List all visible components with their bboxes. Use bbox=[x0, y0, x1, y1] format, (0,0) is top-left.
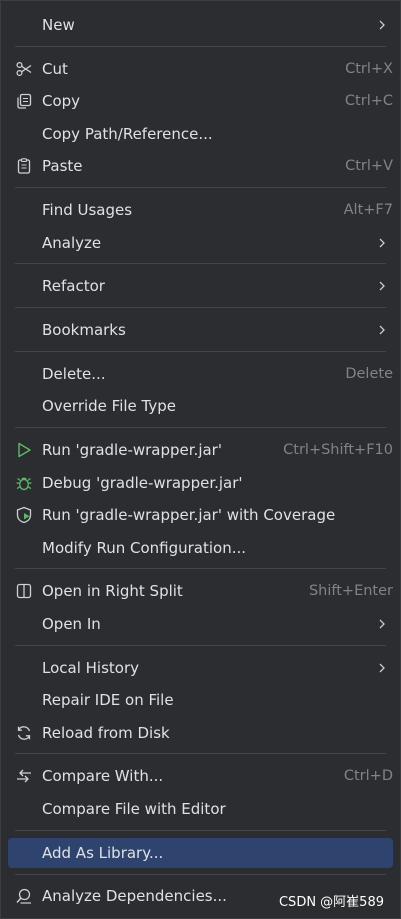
menu-item-label: Debug 'gradle-wrapper.jar' bbox=[42, 474, 243, 492]
split-icon bbox=[15, 582, 33, 600]
shortcut-label: Delete bbox=[345, 366, 393, 382]
menu-item-modify-run-configuration[interactable]: Modify Run Configuration... bbox=[8, 533, 393, 563]
menu-item-label: Reload from Disk bbox=[42, 724, 170, 742]
menu-item-label: Paste bbox=[42, 157, 83, 175]
menu-item-open-in[interactable]: Open In bbox=[8, 609, 393, 639]
menu-item-cut[interactable]: Cut Ctrl+X bbox=[8, 54, 393, 84]
menu-item-copy[interactable]: Copy Ctrl+C bbox=[8, 86, 393, 116]
menu-item-refactor[interactable]: Refactor bbox=[8, 271, 393, 301]
menu-item-label: New bbox=[42, 16, 75, 34]
chevron-right-icon bbox=[376, 237, 388, 249]
menu-separator bbox=[15, 351, 386, 352]
shortcut-label: Ctrl+C bbox=[344, 93, 393, 109]
shortcut-label: Ctrl+D bbox=[343, 768, 393, 784]
menu-item-add-as-library[interactable]: Add As Library... bbox=[8, 838, 393, 868]
menu-item-copy-path[interactable]: Copy Path/Reference... bbox=[8, 119, 393, 149]
coverage-shield-icon bbox=[15, 506, 33, 524]
menu-separator bbox=[15, 263, 386, 264]
menu-item-run-with-coverage[interactable]: Run 'gradle-wrapper.jar' with Coverage bbox=[8, 500, 393, 530]
shortcut-label: Ctrl+Shift+F10 bbox=[283, 442, 393, 458]
shortcut-label: Ctrl+X bbox=[345, 61, 393, 77]
menu-item-label: Refactor bbox=[42, 277, 105, 295]
menu-item-run[interactable]: Run 'gradle-wrapper.jar' Ctrl+Shift+F10 bbox=[8, 435, 393, 465]
debug-bug-icon bbox=[15, 474, 33, 492]
menu-item-open-in-right-split[interactable]: Open in Right Split Shift+Enter bbox=[8, 576, 393, 606]
menu-separator bbox=[15, 645, 386, 646]
chevron-right-icon bbox=[376, 280, 388, 292]
menu-item-local-history[interactable]: Local History bbox=[8, 653, 393, 683]
menu-separator bbox=[15, 187, 386, 188]
menu-item-label: Copy Path/Reference... bbox=[42, 125, 213, 143]
menu-item-bookmarks[interactable]: Bookmarks bbox=[8, 315, 393, 345]
menu-item-find-usages[interactable]: Find Usages Alt+F7 bbox=[8, 195, 393, 225]
menu-item-analyze[interactable]: Analyze bbox=[8, 228, 393, 258]
shortcut-label: Shift+Enter bbox=[308, 583, 393, 599]
menu-item-label: Open In bbox=[42, 615, 101, 633]
menu-item-label: Find Usages bbox=[42, 201, 133, 219]
menu-item-compare-file-with-editor[interactable]: Compare File with Editor bbox=[8, 794, 393, 824]
menu-item-label: Override File Type bbox=[42, 397, 176, 415]
chevron-right-icon bbox=[376, 324, 388, 336]
compare-icon bbox=[15, 767, 33, 785]
menu-separator bbox=[15, 753, 386, 754]
menu-item-label: Compare With... bbox=[42, 767, 164, 785]
menu-item-override-file-type[interactable]: Override File Type bbox=[8, 391, 393, 421]
menu-item-paste[interactable]: Paste Ctrl+V bbox=[8, 151, 393, 181]
clipboard-icon bbox=[15, 157, 33, 175]
menu-separator bbox=[15, 427, 386, 428]
menu-item-new[interactable]: New bbox=[8, 10, 393, 40]
run-icon bbox=[15, 441, 33, 459]
copy-icon bbox=[15, 92, 33, 110]
menu-item-label: Run 'gradle-wrapper.jar' with Coverage bbox=[42, 506, 336, 524]
shortcut-label: Alt+F7 bbox=[343, 202, 393, 218]
menu-item-label: Repair IDE on File bbox=[42, 691, 174, 709]
menu-item-delete[interactable]: Delete... Delete bbox=[8, 359, 393, 389]
scissors-icon bbox=[15, 60, 33, 78]
context-menu: New Cut Ctrl+X Copy Ctrl+C Copy Path/Ref… bbox=[0, 0, 401, 919]
menu-separator bbox=[15, 568, 386, 569]
menu-item-compare-with[interactable]: Compare With... Ctrl+D bbox=[8, 761, 393, 791]
menu-item-label: Cut bbox=[42, 60, 68, 78]
menu-item-label: Add As Library... bbox=[42, 844, 164, 862]
menu-item-label: Run 'gradle-wrapper.jar' bbox=[42, 441, 222, 459]
watermark: CSDN @阿崔589 bbox=[278, 895, 384, 910]
menu-item-label: Modify Run Configuration... bbox=[42, 539, 247, 557]
menu-separator bbox=[15, 874, 386, 875]
shortcut-label: Ctrl+V bbox=[345, 158, 393, 174]
menu-item-label: Local History bbox=[42, 659, 140, 677]
menu-item-label: Copy bbox=[42, 92, 81, 110]
menu-item-label: Analyze bbox=[42, 234, 102, 252]
reload-icon bbox=[15, 724, 33, 742]
menu-separator bbox=[15, 307, 386, 308]
chevron-right-icon bbox=[376, 19, 388, 31]
chevron-right-icon bbox=[376, 618, 388, 630]
menu-item-reload-from-disk[interactable]: Reload from Disk bbox=[8, 718, 393, 748]
analyze-dependencies-icon bbox=[15, 887, 33, 905]
menu-item-debug[interactable]: Debug 'gradle-wrapper.jar' bbox=[8, 468, 393, 498]
menu-item-label: Bookmarks bbox=[42, 321, 126, 339]
chevron-right-icon bbox=[376, 662, 388, 674]
menu-item-label: Open in Right Split bbox=[42, 582, 183, 600]
menu-item-repair-ide-on-file[interactable]: Repair IDE on File bbox=[8, 685, 393, 715]
menu-item-label: Delete... bbox=[42, 365, 106, 383]
menu-separator bbox=[15, 46, 386, 47]
menu-item-label: Compare File with Editor bbox=[42, 800, 226, 818]
menu-item-label: Analyze Dependencies... bbox=[42, 887, 227, 905]
menu-separator bbox=[15, 830, 386, 831]
